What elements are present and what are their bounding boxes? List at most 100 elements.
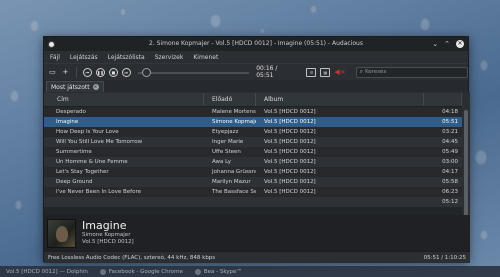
- table-row[interactable]: Let's Stay Together Johanna Grüssner Vol.5…: [44, 167, 462, 177]
- table-row[interactable]: I've Never Been In Love Before The Bassfa…: [44, 187, 462, 197]
- playlist-icon[interactable]: ☰: [306, 67, 317, 77]
- table-body: Desperado Malene Mortensen Vol.5 [HDCD 001…: [44, 107, 462, 207]
- add-icon[interactable]: +: [61, 68, 70, 77]
- taskbar: Vol.5 [HDCD 0012] — Dolphin Facebook - G…: [0, 266, 500, 277]
- cell-title: Un Homme & Une Femme: [56, 159, 128, 165]
- volume-muted-icon[interactable]: ◀×: [334, 68, 345, 76]
- cell-length: 03:21: [442, 129, 458, 135]
- window-controls: ⌄ ⌃ ✕: [432, 40, 464, 48]
- chrome-icon: [99, 268, 106, 275]
- cell-title: Deep Ground: [56, 179, 93, 185]
- table-row[interactable]: Imagine Simone Kopmajer Vol.5 [HDCD 0012] 0…: [44, 117, 462, 127]
- taskbar-item-chrome[interactable]: Facebook - Google Chrome: [94, 266, 189, 277]
- window-title: 2. Simone Kopmajer - Vol.5 [HDCD 0012] -…: [149, 40, 363, 47]
- menu-output[interactable]: Kimenet: [193, 54, 218, 61]
- cell-album: Vol.5 [HDCD 0012]: [264, 109, 316, 115]
- tab-close-icon[interactable]: ✕: [92, 84, 99, 90]
- table-row[interactable]: Deep Ground Marilyn Mazur Vol.5 [HDCD 0012…: [44, 177, 462, 187]
- cell-artist: Uffe Steen: [212, 149, 241, 155]
- cell-artist: Awa Ly: [212, 159, 231, 165]
- cell-artist: The Bassface Swing Trio: [212, 189, 256, 195]
- cell-length: 05:58: [442, 179, 458, 185]
- audacious-window: 2. Simone Kopmajer - Vol.5 [HDCD 0012] -…: [43, 36, 470, 263]
- cell-artist: Etyepjazz: [212, 129, 239, 135]
- table-row[interactable]: Will You Still Love Me Tomorrow Inger Mar…: [44, 137, 462, 147]
- cell-title: Imagine: [56, 119, 79, 125]
- table-row[interactable]: Desperado Malene Mortensen Vol.5 [HDCD 001…: [44, 107, 462, 117]
- cell-artist: Simone Kopmajer: [212, 119, 256, 125]
- seek-handle[interactable]: [141, 67, 151, 77]
- open-folder-icon[interactable]: ▭: [48, 68, 57, 77]
- cell-album: Vol.5 [HDCD 0012]: [264, 189, 316, 195]
- cell-artist: Marilyn Mazur: [212, 179, 251, 185]
- now-playing-info: Imagine Simone Kopmajer Vol.5 [HDCD 0012…: [82, 220, 134, 246]
- skype-icon: [194, 268, 201, 275]
- cell-length: 04:18: [442, 109, 458, 115]
- table-row[interactable]: Un Homme & Une Femme Awa Ly Vol.5 [HDCD 00…: [44, 157, 462, 167]
- taskbar-label: Bea - Skype™: [203, 268, 242, 275]
- next-icon[interactable]: ⏭: [121, 67, 131, 77]
- now-playing-artist: Simone Kopmajer: [82, 232, 131, 238]
- column-header-length[interactable]: [424, 93, 462, 106]
- search-input[interactable]: [364, 69, 460, 75]
- cell-length: 04:17: [442, 169, 458, 175]
- equalizer-icon[interactable]: ▦: [320, 67, 331, 77]
- table-row[interactable]: Summertime Uffe Steen Vol.5 [HDCD 0012] 05:…: [44, 147, 462, 157]
- menu-bar: Fájl Lejátszás Lejátszólista Szervizek K…: [44, 51, 468, 63]
- column-header-album[interactable]: Album: [256, 93, 424, 106]
- cell-length: 06:23: [442, 189, 458, 195]
- cell-album: Vol.5 [HDCD 0012]: [264, 179, 316, 185]
- taskbar-item-skype[interactable]: Bea - Skype™: [189, 266, 248, 277]
- cell-title: How Deep Is Your Love: [56, 129, 119, 135]
- now-playing-panel: Imagine Simone Kopmajer Vol.5 [HDCD 0012…: [44, 215, 470, 251]
- cell-artist: Inger Marie: [212, 139, 244, 145]
- seek-slider[interactable]: [137, 67, 250, 77]
- menu-services[interactable]: Szervizek: [155, 54, 184, 61]
- cell-length: 05:51: [442, 119, 458, 125]
- codec-info: Free Lossless Audio Codec (FLAC), sztere…: [48, 254, 216, 261]
- table-row[interactable]: 05:12: [44, 197, 462, 207]
- search-icon: ⌕: [359, 68, 363, 75]
- cell-album: Vol.5 [HDCD 0012]: [264, 119, 316, 125]
- cell-album: Vol.5 [HDCD 0012]: [264, 139, 316, 145]
- stop-icon[interactable]: ■: [108, 67, 118, 77]
- tab-label: Most játszott: [51, 83, 90, 91]
- toolbar: ▭ + ⏮ ❚❚ ■ ⏭ 00:16 / 05:51 ☰ ▦ ◀× ⌕: [44, 63, 469, 80]
- title-bar[interactable]: 2. Simone Kopmajer - Vol.5 [HDCD 0012] -…: [44, 37, 468, 51]
- search-box[interactable]: ⌕: [355, 66, 469, 78]
- menu-playlist[interactable]: Lejátszólista: [108, 54, 145, 61]
- maximize-icon[interactable]: ⌃: [444, 40, 450, 48]
- menu-playback[interactable]: Lejátszás: [70, 54, 98, 61]
- tab-now-playing[interactable]: Most játszott ✕: [46, 81, 104, 92]
- menu-file[interactable]: Fájl: [50, 54, 60, 61]
- cell-length: 03:00: [442, 159, 458, 165]
- taskbar-label: Vol.5 [HDCD 0012] — Dolphin: [6, 268, 88, 275]
- album-cover: [47, 218, 76, 248]
- cell-length: 05:49: [442, 149, 458, 155]
- scrollbar-thumb[interactable]: [464, 110, 468, 230]
- status-bar: Free Lossless Audio Codec (FLAC), sztere…: [44, 251, 470, 263]
- cell-artist: Johanna Grüssner: [212, 169, 256, 175]
- table-header: Cím Előadó Album: [44, 93, 462, 107]
- cell-length: 05:12: [442, 199, 458, 205]
- column-header-title[interactable]: Cím: [44, 93, 204, 106]
- cell-title: Let's Stay Together: [56, 169, 109, 175]
- minimize-icon[interactable]: ⌄: [432, 40, 438, 48]
- cell-title: Summertime: [56, 149, 92, 155]
- cell-album: Vol.5 [HDCD 0012]: [264, 169, 316, 175]
- cell-album: Vol.5 [HDCD 0012]: [264, 159, 316, 165]
- close-icon[interactable]: ✕: [456, 40, 464, 48]
- cell-album: Vol.5 [HDCD 0012]: [264, 149, 316, 155]
- cell-title: Desperado: [56, 109, 86, 115]
- now-playing-album: Vol.5 [HDCD 0012]: [82, 239, 134, 245]
- column-header-artist[interactable]: Előadó: [204, 93, 256, 106]
- previous-icon[interactable]: ⏮: [82, 67, 92, 77]
- seek-track: [137, 71, 250, 74]
- cell-title: Will You Still Love Me Tomorrow: [56, 139, 143, 145]
- table-row[interactable]: How Deep Is Your Love Etyepjazz Vol.5 [HDC…: [44, 127, 462, 137]
- pause-icon[interactable]: ❚❚: [95, 67, 105, 77]
- time-display: 00:16 / 05:51: [256, 65, 278, 79]
- toolbar-separator: [75, 66, 77, 78]
- taskbar-item-dolphin[interactable]: Vol.5 [HDCD 0012] — Dolphin: [0, 266, 94, 277]
- taskbar-label: Facebook - Google Chrome: [108, 268, 183, 275]
